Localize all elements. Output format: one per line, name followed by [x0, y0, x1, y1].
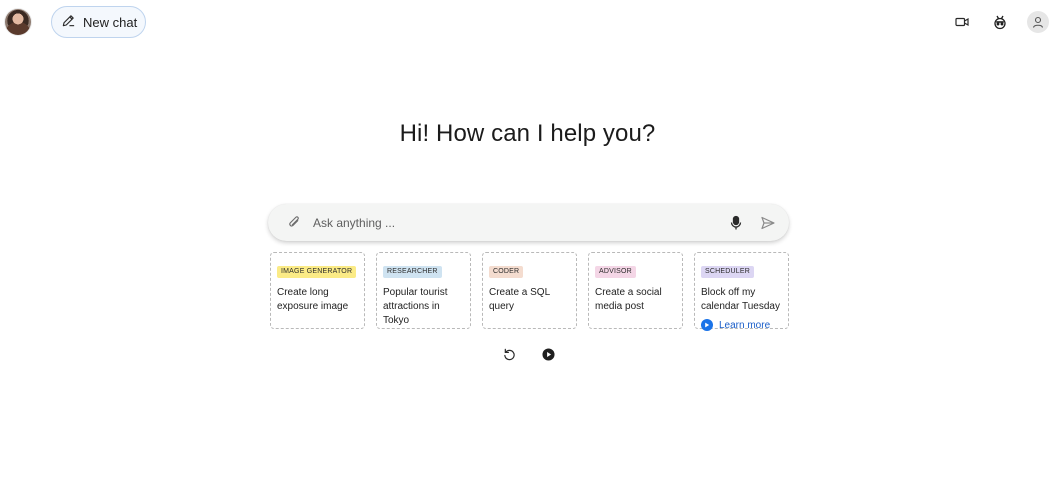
suggestion-cards: IMAGE GENERATOR Create long exposure ima…	[270, 252, 789, 331]
new-chat-label: New chat	[83, 14, 138, 30]
new-chat-button[interactable]: New chat	[51, 6, 147, 38]
card-text: Create a SQL query	[489, 287, 550, 312]
suggestion-card-image-generator[interactable]: IMAGE GENERATOR Create long exposure ima…	[270, 252, 365, 329]
page-title: Hi! How can I help you?	[399, 120, 656, 147]
card-text: Create a social media post	[595, 287, 662, 312]
user-icon[interactable]	[1027, 11, 1049, 33]
top-right-toolbar	[950, 10, 1049, 34]
paperclip-icon[interactable]	[285, 214, 303, 232]
card-badge: SCHEDULER	[701, 266, 754, 278]
play-icon[interactable]	[541, 347, 555, 361]
card-text: Block off my calendar Tuesday	[701, 287, 780, 312]
card-badge: CODER	[489, 266, 524, 278]
card-badge: RESEARCHER	[383, 266, 442, 278]
chat-input[interactable]	[313, 215, 726, 230]
card-badge: IMAGE GENERATOR	[277, 266, 357, 278]
refresh-icon[interactable]	[502, 347, 516, 361]
play-circle-icon	[701, 319, 713, 331]
edit-icon	[61, 13, 76, 31]
learn-more-link[interactable]: Learn more	[701, 319, 782, 331]
bot-icon[interactable]	[988, 10, 1012, 34]
chat-input-bar	[268, 204, 789, 241]
card-text: Create long exposure image	[277, 287, 349, 312]
suggestion-card-researcher[interactable]: RESEARCHER Popular tourist attractions i…	[376, 252, 471, 329]
suggestion-card-scheduler[interactable]: SCHEDULER Block off my calendar Tuesday …	[694, 252, 789, 331]
suggestion-controls	[502, 347, 555, 361]
video-icon[interactable]	[950, 10, 974, 34]
avatar[interactable]	[5, 9, 31, 35]
suggestion-card-coder[interactable]: CODER Create a SQL query	[482, 252, 577, 329]
app-page: New chat Hi! How can I help you? Ask any…	[0, 0, 1055, 500]
card-badge: ADVISOR	[595, 266, 636, 278]
suggestion-card-advisor[interactable]: ADVISOR Create a social media post	[588, 252, 683, 329]
send-icon[interactable]	[758, 213, 778, 233]
microphone-icon[interactable]	[726, 213, 746, 233]
card-text: Popular tourist attractions in Tokyo	[383, 287, 448, 326]
learn-more-label: Learn more	[719, 319, 771, 331]
